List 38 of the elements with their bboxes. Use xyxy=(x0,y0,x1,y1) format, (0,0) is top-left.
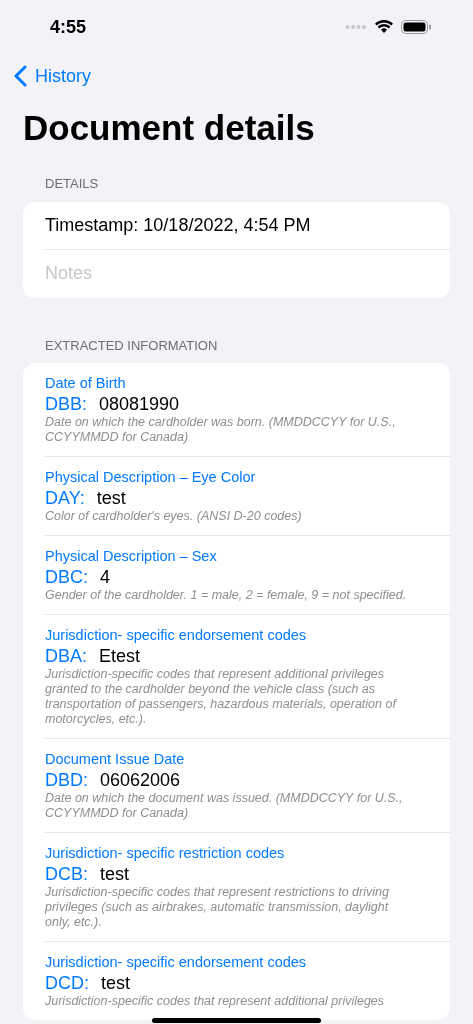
timestamp-text: Timestamp: 10/18/2022, 4:54 PM xyxy=(45,213,311,237)
field-value: 08081990 xyxy=(99,393,180,415)
field-code: DBD: xyxy=(45,769,88,791)
field-title: Jurisdiction- specific restriction codes xyxy=(45,844,286,863)
field-value: 4 xyxy=(100,566,111,588)
field-description: Gender of the cardholder. 1 = male, 2 = female, 9 = not specified. xyxy=(45,588,408,603)
field-code: DAY: xyxy=(45,487,85,509)
signal-icon xyxy=(345,24,367,30)
field-code: DBB: xyxy=(45,393,87,415)
back-chevron-icon xyxy=(14,65,27,87)
section-header: EXTRACTED INFORMATION xyxy=(44,336,219,355)
field-title: Physical Description – Sex xyxy=(45,547,218,566)
field-code: DCD: xyxy=(45,972,89,994)
section-header: DETAILS xyxy=(44,175,100,193)
field-description: Color of cardholder's eyes. (ANSI D-20 codes) xyxy=(45,509,303,524)
field-value: test xyxy=(100,863,130,885)
battery-icon xyxy=(401,20,431,34)
field-description: Jurisdiction-specific codes that represent additional privileges granted to the cardholder beyond the vehicle class (such as transportation of passengers, hazardous materials, operation of motorcycles, etc.). xyxy=(45,667,398,727)
field-description: Jurisdiction-specific codes that represent additional privileges xyxy=(45,994,386,1009)
status-time: 4:55 xyxy=(50,15,87,39)
field-title: Jurisdiction- specific endorsement codes xyxy=(45,953,308,972)
field-code: DCB: xyxy=(45,863,88,885)
field-value: Etest xyxy=(99,645,141,667)
field-title: Physical Description – Eye Color xyxy=(45,468,257,487)
field-description: Jurisdiction-specific codes that represent restrictions to driving privileges (such as airbrakes, automatic transmission, daylight only, etc.). xyxy=(45,885,390,930)
field-value: test xyxy=(96,487,126,509)
field-title: Date of Birth xyxy=(45,374,127,393)
field-code: DBA: xyxy=(45,645,87,667)
field-value: test xyxy=(101,972,130,994)
back-button[interactable]: History xyxy=(14,62,91,90)
field-description: Date on which the cardholder was born. (MMDDCCYY for U.S., CCYYMMDD for Canada) xyxy=(45,415,397,445)
field-title: Document Issue Date xyxy=(45,750,186,769)
field-title: Jurisdiction- specific endorsement codes xyxy=(45,626,308,645)
wifi-icon xyxy=(375,20,393,34)
field-code: DBC: xyxy=(45,566,88,588)
page-title: Document details xyxy=(22,107,316,149)
field-value: 06062006 xyxy=(100,769,181,791)
field-description: Date on which the document was issued. (MMDDCCYY for U.S., CCYYMMDD for Canada) xyxy=(45,791,404,821)
